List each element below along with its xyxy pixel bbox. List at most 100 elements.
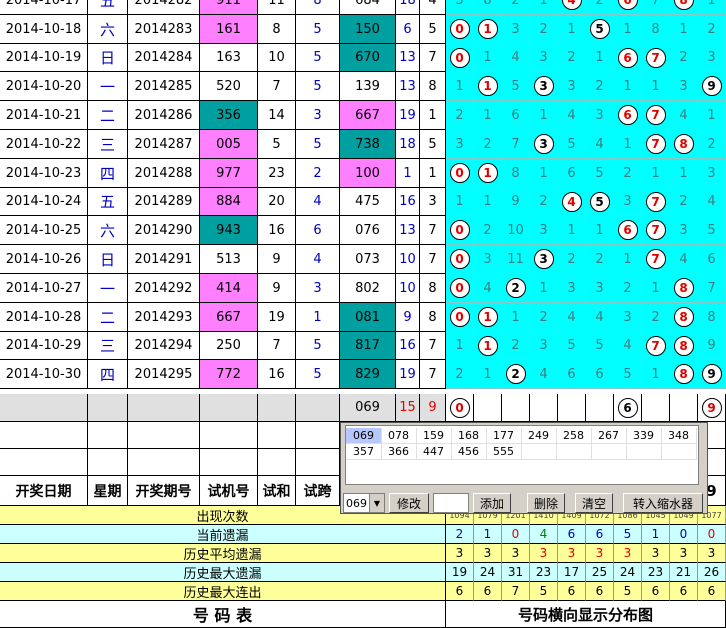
digit-cell: 1	[586, 216, 614, 245]
combo-item[interactable]: 258	[556, 428, 592, 444]
combo-item[interactable]	[661, 444, 697, 460]
miss-count: 2	[679, 50, 688, 65]
miss-count: 4	[511, 50, 520, 65]
miss-count: 1	[623, 78, 632, 94]
draw-sum: 19	[396, 101, 420, 130]
combo-list[interactable]: 069 078 159 168 177 249 258 267 339 348 357 366 447 4…	[345, 425, 699, 485]
stat-value: 3	[530, 544, 558, 563]
draw-sum: 13	[396, 44, 420, 72]
miss-count: 9	[707, 338, 716, 353]
test-number: 884	[200, 188, 258, 216]
combo-item[interactable]	[556, 444, 592, 460]
combo-item[interactable]	[591, 444, 627, 460]
to-filter-button[interactable]: 转入缩水器	[623, 493, 703, 513]
weekday: 六	[88, 15, 128, 44]
combo-item[interactable]	[626, 444, 662, 460]
combo-item[interactable]: 267	[591, 428, 627, 444]
header-issue: 开奖期号	[128, 476, 200, 506]
digit-cell: 6	[614, 101, 642, 130]
digit-cell: 3	[558, 274, 586, 303]
forecast-blank	[296, 394, 340, 422]
stat-value: 3	[586, 544, 614, 563]
draw-number: 738	[340, 130, 396, 159]
combo-item[interactable]: 348	[661, 428, 697, 444]
digit-cell: 1	[614, 130, 642, 159]
combo-select-value: 069	[346, 496, 367, 510]
hit-ball: 7	[645, 191, 666, 212]
weekday: 五	[88, 0, 128, 15]
draw-date: 2014-10-17	[0, 0, 88, 15]
draw-date: 2014-10-27	[0, 274, 88, 303]
forecast-digit: 6	[614, 394, 642, 422]
digit-cell: 4	[670, 101, 698, 130]
digit-cell: 8	[642, 15, 670, 44]
draw-number: 802	[340, 274, 396, 303]
weekday: 四	[88, 159, 128, 188]
miss-count: 1	[623, 251, 632, 267]
digit-cell: 3	[530, 72, 558, 101]
miss-count: 4	[483, 280, 492, 296]
combo-item[interactable]: 357	[346, 444, 382, 460]
combo-item[interactable]: 078	[381, 428, 417, 444]
draw-date: 2014-10-29	[0, 332, 88, 360]
digit-cell: 1	[698, 0, 726, 15]
miss-count: 8	[707, 309, 716, 325]
draw-span: 7	[420, 360, 446, 389]
combo-item[interactable]: 069	[346, 428, 382, 444]
digit-cell: 6	[614, 216, 642, 245]
stat-value: 3	[558, 544, 586, 563]
miss-count: 4	[595, 309, 604, 325]
modify-button[interactable]: 修改	[389, 493, 429, 513]
test-span: 3	[296, 101, 340, 130]
combo-item[interactable]: 249	[521, 428, 557, 444]
draw-span: 8	[420, 274, 446, 303]
weekday: 三	[88, 130, 128, 159]
hit-ball: 6	[617, 47, 638, 68]
draw-span: 7	[420, 245, 446, 274]
digit-cell: 8	[670, 332, 698, 360]
draw-span: 4	[420, 0, 446, 15]
add-button[interactable]: 添加	[473, 493, 511, 513]
clear-button[interactable]: 清空	[575, 493, 613, 513]
digit-cell: 3	[586, 101, 614, 130]
test-sum: 23	[258, 159, 296, 188]
stat-value: 26	[698, 563, 726, 582]
miss-count: 1	[455, 78, 464, 94]
draw-date: 2014-10-21	[0, 101, 88, 130]
combo-item[interactable]: 366	[381, 444, 417, 460]
draw-date: 2014-10-23	[0, 159, 88, 188]
test-span: 6	[296, 216, 340, 245]
digit-cell: 1	[530, 101, 558, 130]
combo-item[interactable]: 177	[486, 428, 522, 444]
combo-item[interactable]: 456	[451, 444, 487, 460]
delete-button[interactable]: 删除	[527, 493, 565, 513]
hit-ball: 3	[533, 249, 554, 269]
test-span: 5	[296, 130, 340, 159]
digit-cell: 3	[670, 216, 698, 245]
combo-item[interactable]	[521, 444, 557, 460]
stat-value: 5	[614, 525, 642, 544]
combo-item[interactable]: 159	[416, 428, 452, 444]
combo-input[interactable]	[433, 493, 469, 513]
digit-cell: 7	[642, 101, 670, 130]
combo-item[interactable]: 555	[486, 444, 522, 460]
miss-count: 2	[707, 136, 716, 152]
combo-select[interactable]: 069 ▼	[343, 493, 385, 513]
hit-ball: 7	[645, 105, 666, 125]
combo-item[interactable]: 168	[451, 428, 487, 444]
combo-item[interactable]: 447	[416, 444, 452, 460]
digit-cell: 1	[474, 101, 502, 130]
digit-cell: 2	[446, 101, 474, 130]
miss-count: 1	[539, 280, 548, 296]
issue-number: 2014293	[128, 303, 200, 332]
test-span: 1	[296, 303, 340, 332]
miss-count: 2	[623, 280, 632, 296]
draw-span: 7	[420, 332, 446, 360]
draw-sum: 19	[396, 360, 420, 389]
digit-cell: 4	[502, 44, 530, 72]
digit-cell: 3	[530, 130, 558, 159]
test-sum: 11	[258, 0, 296, 15]
chevron-down-icon[interactable]: ▼	[369, 494, 384, 512]
issue-number: 2014295	[128, 360, 200, 389]
combo-item[interactable]: 339	[626, 428, 662, 444]
